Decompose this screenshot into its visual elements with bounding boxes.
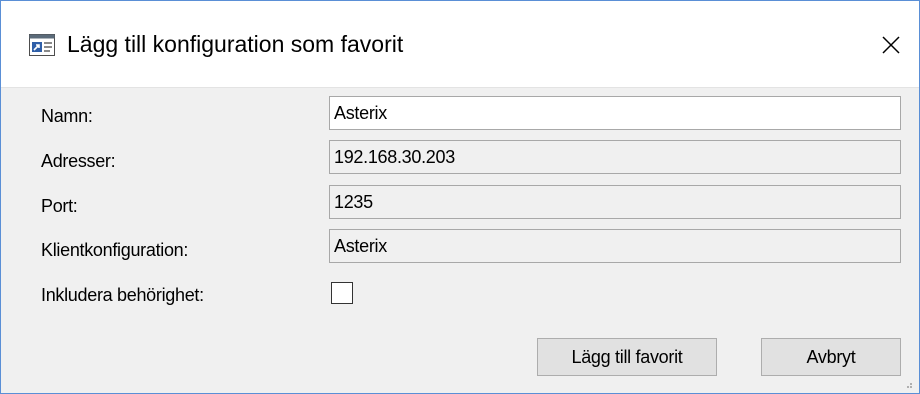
name-input[interactable]: Asterix bbox=[329, 96, 901, 130]
cancel-button[interactable]: Avbryt bbox=[761, 338, 901, 376]
name-label: Namn: bbox=[41, 106, 93, 126]
port-label: Port: bbox=[41, 196, 78, 216]
dialog-window: Lägg till konfiguration som favorit Namn… bbox=[0, 0, 920, 394]
close-icon bbox=[882, 36, 900, 54]
client-config-label: Klientkonfiguration: bbox=[41, 240, 189, 260]
addresses-label: Adresser: bbox=[41, 151, 116, 171]
window-title: Lägg till konfiguration som favorit bbox=[67, 31, 404, 57]
include-permission-label: Inkludera behörighet: bbox=[41, 285, 204, 305]
port-field: 1235 bbox=[329, 185, 901, 219]
resize-grip-icon[interactable] bbox=[903, 379, 913, 389]
title-bar[interactable]: Lägg till konfiguration som favorit bbox=[1, 1, 919, 88]
dialog-content: Namn: Asterix Adresser: 192.168.30.203 P… bbox=[1, 88, 919, 393]
addresses-field: 192.168.30.203 bbox=[329, 140, 901, 174]
client-config-field: Asterix bbox=[329, 229, 901, 263]
app-window-icon bbox=[29, 34, 55, 56]
include-permission-checkbox[interactable] bbox=[331, 282, 353, 304]
add-favorite-button[interactable]: Lägg till favorit bbox=[537, 338, 717, 376]
close-button[interactable] bbox=[863, 21, 919, 69]
